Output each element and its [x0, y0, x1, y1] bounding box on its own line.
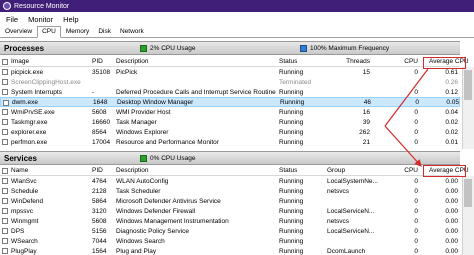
- annotation-arrows: [384, 68, 429, 167]
- arrow-line-to-services: [384, 125, 422, 167]
- arrow-line-down-left: [384, 68, 429, 127]
